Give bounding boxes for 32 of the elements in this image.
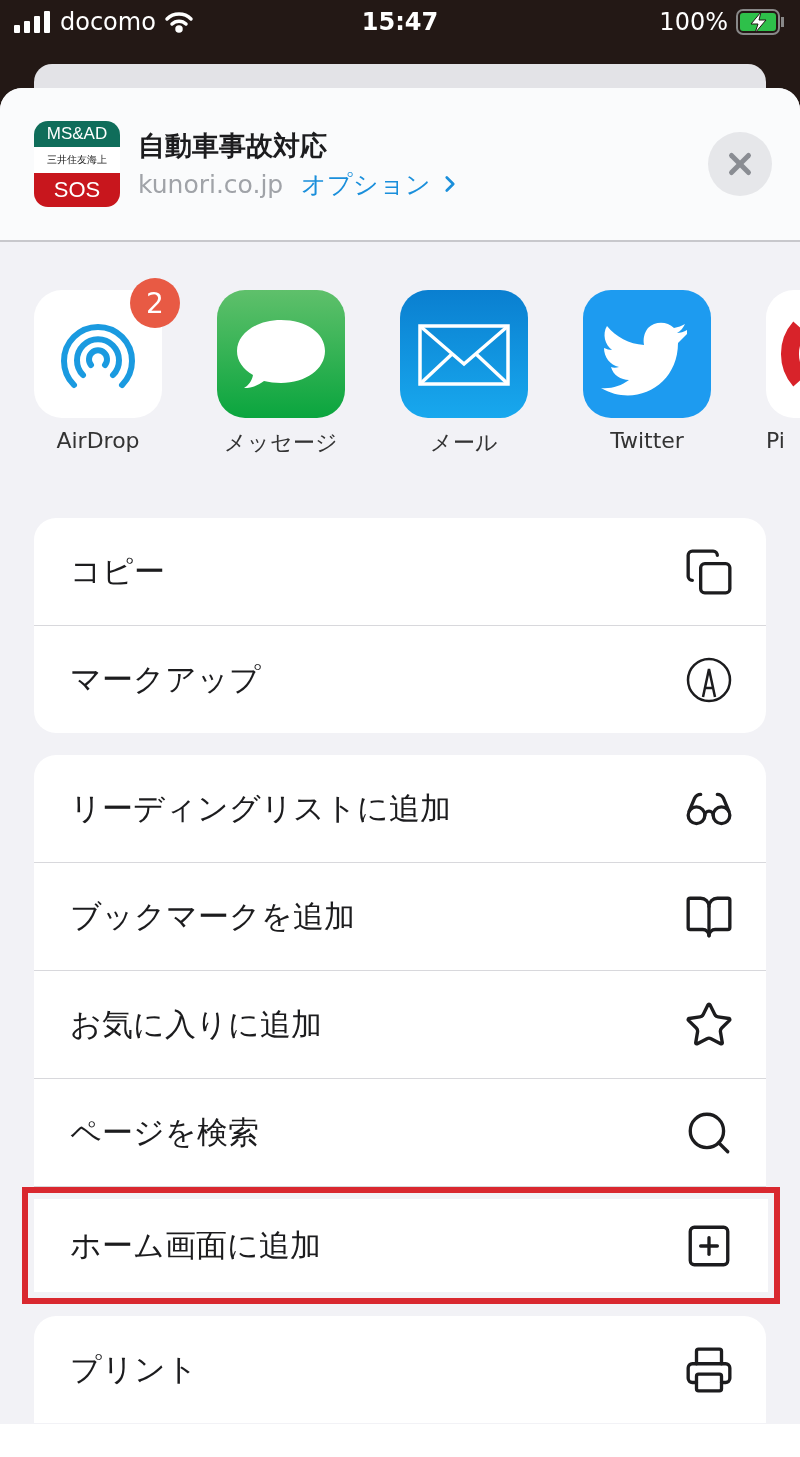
- action-row[interactable]: コピー: [34, 518, 766, 625]
- action-row[interactable]: リーディングリストに追加: [34, 755, 766, 862]
- wifi-icon: [163, 11, 194, 33]
- app-icon[interactable]: [34, 290, 162, 418]
- domain-text: kunori.co.jp: [138, 169, 284, 199]
- battery-charging-icon: [736, 9, 786, 35]
- action-row[interactable]: ホーム画面に追加: [22, 1187, 780, 1304]
- action-row[interactable]: マークアップ: [34, 626, 766, 733]
- app-icon[interactable]: [583, 290, 711, 418]
- action-row[interactable]: お気に入りに追加: [34, 971, 766, 1078]
- ring-icon: [780, 321, 800, 387]
- app-label: AirDrop: [56, 428, 140, 453]
- app-icon[interactable]: [400, 290, 528, 418]
- speech-bubble-icon: [237, 320, 325, 388]
- bird-icon: [601, 322, 687, 396]
- notification-badge: 2: [130, 278, 180, 328]
- app-logo: MS&AD 三井住友海上 SOS: [34, 121, 120, 207]
- app-label: Pi: [766, 428, 785, 453]
- app-label: Twitter: [610, 428, 684, 453]
- action-row[interactable]: プリント: [34, 1316, 766, 1423]
- signal-icon: [14, 11, 52, 33]
- envelope-icon: [418, 324, 510, 386]
- airdrop-icon: [61, 324, 135, 388]
- battery-percent: 100%: [659, 8, 728, 36]
- clock-time: 15:47: [360, 8, 440, 36]
- page-title: 自動車事故対応: [138, 128, 328, 163]
- carrier-name: docomo: [60, 8, 156, 36]
- app-icon[interactable]: [217, 290, 345, 418]
- app-label: メッセージ: [224, 429, 338, 457]
- action-row[interactable]: ブックマークを追加: [34, 863, 766, 970]
- app-label: メール: [430, 429, 498, 457]
- action-row[interactable]: ページを検索: [34, 1079, 766, 1186]
